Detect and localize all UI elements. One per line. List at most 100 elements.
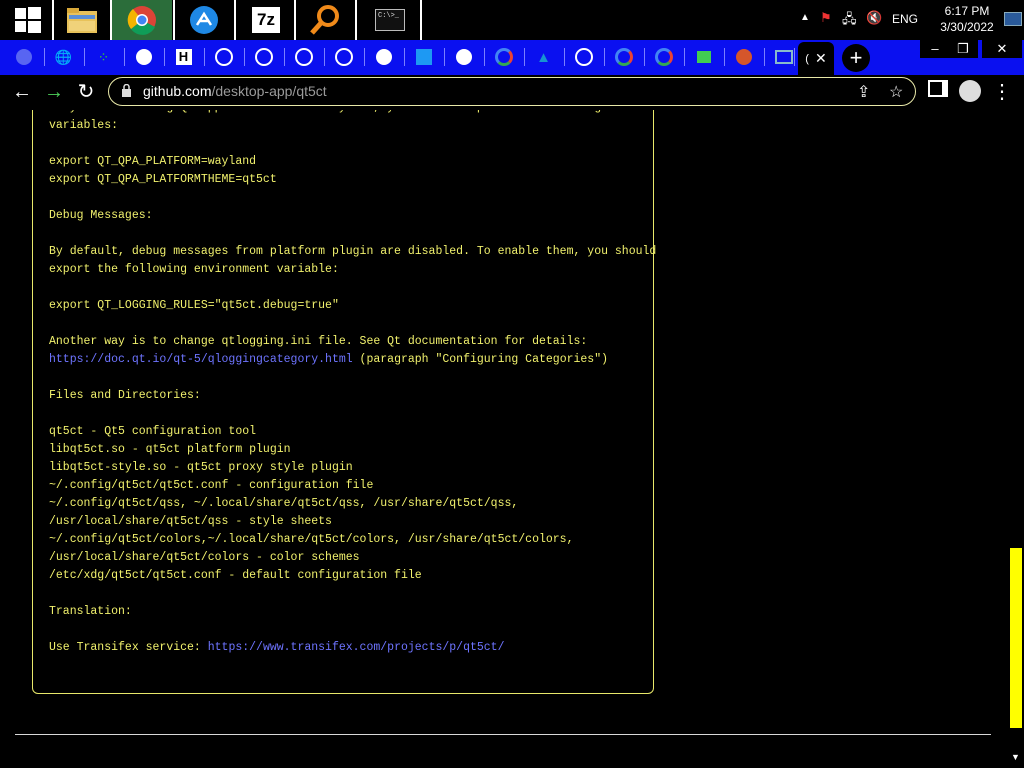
tab-github-3[interactable] — [446, 42, 481, 72]
readme-line: Use Transifex service: https://www.trans… — [49, 639, 656, 657]
readme-line-text: export QT_QPA_PLATFORM=wayland — [49, 155, 257, 168]
readme-line: ~/.config/qt5ct/qt5ct.conf - configurati… — [49, 477, 656, 495]
google-icon — [494, 48, 513, 66]
github-icon — [375, 49, 392, 65]
tab-chrome-3[interactable] — [286, 42, 321, 72]
readme-line-text: /usr/local/share/qt5ct/colors - color sc… — [49, 551, 360, 564]
readme-line-text: (paragraph "Configuring Categories") — [352, 353, 608, 366]
taskbar-kde-connect[interactable] — [176, 0, 232, 40]
tab-github-2[interactable] — [366, 42, 401, 72]
tab-ask[interactable] — [726, 42, 761, 72]
tab-google-3[interactable] — [646, 42, 681, 72]
notification-icon[interactable] — [1004, 12, 1022, 26]
taskbar-command-prompt[interactable]: C:\>_ — [362, 0, 418, 40]
readme-line-text: /etc/xdg/qt5ct/qt5ct.conf - default conf… — [49, 569, 422, 582]
taskbar-search-tool[interactable] — [297, 0, 353, 40]
profile-button[interactable] — [958, 80, 982, 104]
folder-icon — [67, 8, 97, 33]
windows-logo-icon — [15, 7, 41, 33]
readme-line — [49, 369, 656, 387]
readme-line-text: ~/.config/qt5ct/colors,~/.local/share/qt… — [49, 533, 574, 546]
ask-icon — [735, 49, 752, 65]
tray-overflow-icon[interactable]: ▲ — [800, 12, 810, 23]
address-bar[interactable]: github.com/desktop-app/qt5ct ⇪ ☆ — [108, 77, 916, 106]
volume-muted-icon[interactable]: 🔇 — [866, 10, 882, 26]
start-button[interactable] — [0, 0, 56, 40]
tab-chrome-1[interactable] — [206, 42, 241, 72]
language-indicator[interactable]: ENG — [892, 12, 918, 26]
google-icon — [614, 48, 633, 66]
chrome-icon — [127, 6, 156, 35]
tab-close-icon[interactable]: ✕ — [815, 50, 827, 67]
url-text: github.com/desktop-app/qt5ct — [143, 83, 327, 99]
windows-taskbar: 7z C:\>_ ▲ ⚑ 🖧 🔇 ENG 6:17 PM 3/30/2022 — [0, 0, 1024, 40]
reload-button[interactable]: ↻ — [74, 80, 98, 104]
readme-line — [49, 621, 656, 639]
tab-qt[interactable] — [686, 42, 721, 72]
readme-line-text: ~/.config/qt5ct/qss, ~/.local/share/qt5c… — [49, 497, 519, 510]
tab-grid[interactable]: ⁘ — [86, 42, 121, 72]
taskbar-7zip[interactable]: 7z — [238, 0, 294, 40]
bookmark-star-icon[interactable]: ☆ — [889, 82, 903, 102]
back-button[interactable]: ← — [10, 80, 34, 104]
browser-tab-strip: 🌐 ⁘ H ▲ ( ✕ — [0, 40, 1024, 75]
reload-icon: ↻ — [77, 81, 95, 103]
action-center-alert-icon[interactable]: ⚑ — [820, 10, 832, 26]
readme-line-text: ~/.config/qt5ct/qt5ct.conf - configurati… — [49, 479, 374, 492]
clock[interactable]: 6:17 PM 3/30/2022 — [934, 3, 1000, 35]
taskbar-file-explorer[interactable] — [54, 0, 110, 40]
chrome-tab-icon — [254, 48, 273, 66]
browser-toolbar: ← → ↻ github.com/desktop-app/qt5ct ⇪ ☆ ⋮ — [0, 75, 1024, 110]
tab-discord[interactable] — [6, 42, 41, 72]
readme-line-text: /usr/local/share/qt5ct/qss - style sheet… — [49, 515, 332, 528]
tab-kde[interactable] — [406, 42, 441, 72]
readme-line-text: libqt5ct-style.so - qt5ct proxy style pl… — [49, 461, 353, 474]
scroll-thumb[interactable] — [1010, 548, 1022, 728]
tab-current[interactable]: ( ✕ — [798, 42, 834, 75]
tab-globe[interactable]: 🌐 — [46, 42, 81, 72]
readme-link[interactable]: https://doc.qt.io/qt-5/qloggingcategory.… — [49, 353, 353, 366]
chrome-tab-icon — [334, 48, 353, 66]
readme-line: export QT_QPA_PLATFORMTHEME=qt5ct — [49, 171, 656, 189]
tab-h[interactable]: H — [166, 42, 201, 72]
tab-google-2[interactable] — [606, 42, 641, 72]
readme-line-text: Debug Messages: — [49, 209, 153, 222]
readme-line-text: export QT_QPA_PLATFORMTHEME=qt5ct — [49, 173, 277, 186]
forward-button[interactable]: → — [42, 80, 66, 104]
readme-line-text: export QT_LOGGING_RULES="qt5ct.debug=tru… — [49, 299, 339, 312]
close-window-button[interactable]: ✕ — [982, 40, 1022, 58]
lock-icon — [121, 83, 132, 102]
tab-chrome-2[interactable] — [246, 42, 281, 72]
kde-connect-icon — [190, 6, 218, 34]
tab-chrome-4[interactable] — [326, 42, 361, 72]
readme-line-text: qt5ct - Qt5 configuration tool — [49, 425, 257, 438]
new-tab-button[interactable]: + — [842, 44, 870, 72]
minimize-button[interactable]: – — [920, 40, 950, 58]
vertical-scrollbar[interactable]: ▼ — [1008, 110, 1024, 768]
kebab-menu-icon: ⋮ — [992, 81, 1012, 103]
tab-monitor[interactable] — [766, 42, 801, 72]
readme-line: variables: — [49, 117, 656, 135]
scroll-down-arrow-icon[interactable]: ▼ — [1011, 752, 1020, 762]
readme-line: By default, debug messages from platform… — [49, 243, 656, 261]
readme-link[interactable]: https://www.transifex.com/projects/p/qt5… — [208, 641, 505, 654]
readme-line: qt5ct - Qt5 configuration tool — [49, 423, 656, 441]
clock-date: 3/30/2022 — [940, 20, 994, 34]
readme-line: export the following environment variabl… — [49, 261, 656, 279]
tab-arch[interactable]: ▲ — [526, 42, 561, 72]
readme-line: /usr/local/share/qt5ct/colors - color sc… — [49, 549, 656, 567]
readme-line: libqt5ct.so - qt5ct platform plugin — [49, 441, 656, 459]
monitor-icon — [774, 50, 793, 64]
tab-google-1[interactable] — [486, 42, 521, 72]
taskbar-chrome[interactable] — [112, 0, 172, 40]
side-panel-button[interactable] — [926, 80, 950, 104]
tab-github-1[interactable] — [126, 42, 161, 72]
readme-line-text: By default, debug messages from platform… — [49, 245, 657, 258]
menu-button[interactable]: ⋮ — [990, 80, 1014, 104]
network-icon[interactable]: 🖧 — [842, 10, 857, 32]
github-icon — [135, 49, 152, 65]
tab-chrome-5[interactable] — [566, 42, 601, 72]
restore-button[interactable]: ❐ — [948, 40, 978, 58]
readme-line-text: Another way is to change qtlogging.ini f… — [49, 335, 588, 348]
share-icon[interactable]: ⇪ — [857, 82, 870, 102]
